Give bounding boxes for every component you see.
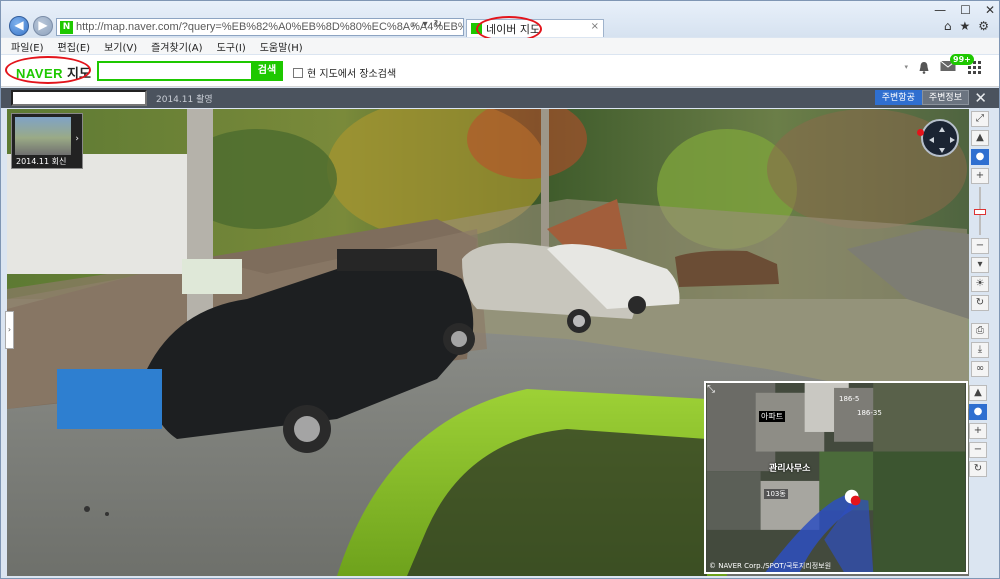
menu-view[interactable]: 보기(V) (104, 39, 137, 54)
menu-tools[interactable]: 도구(I) (217, 39, 246, 54)
map-zoom-in-button[interactable]: + (969, 423, 987, 439)
mail-count-badge: 99+ (950, 54, 974, 65)
window-controls: — ☐ ✕ (934, 1, 995, 17)
favorites-star-icon[interactable]: ★ (959, 19, 970, 33)
zoom-in-button[interactable]: + (971, 168, 989, 184)
menu-file[interactable]: 파일(E) (11, 39, 44, 54)
save-icon[interactable]: ⤓ (971, 342, 989, 358)
close-streetview-icon[interactable]: ✕ (974, 89, 987, 107)
fullscreen-icon[interactable]: ⤢ (971, 111, 989, 127)
checkbox[interactable] (293, 67, 303, 78)
map-layer-icon[interactable]: ▲ (969, 385, 987, 401)
brightness-icon[interactable]: ☀ (971, 276, 989, 292)
streetview-mode-icon[interactable]: ● (971, 149, 989, 165)
address-bar[interactable]: N http://map.naver.com/?query=%EB%82%A0%… (56, 18, 464, 36)
print-icon[interactable]: ⎙ (971, 323, 989, 339)
panorama-controls: ⤢ ▲ ● + − ▾ ☀ ↻ (971, 111, 991, 321)
forward-arrow-icon: ▶ (38, 18, 48, 32)
past-view-thumbnail[interactable]: 2014.11 회신 › (11, 113, 83, 169)
back-button[interactable]: ◀ (9, 16, 29, 36)
notification-bell-icon[interactable] (918, 61, 930, 74)
map-label-apartment: 아파트 (759, 411, 786, 422)
menu-bar: 파일(E) 편집(E) 보기(V) 즐겨찾기(A) 도구(I) 도움말(H) (1, 38, 999, 54)
in-map-search-toggle[interactable]: 현 지도에서 장소검색 (293, 65, 396, 80)
map-label-management-office: 관리사무소 (769, 464, 811, 474)
compass-control[interactable] (921, 119, 959, 157)
north-indicator-icon (917, 129, 924, 136)
map-copyright: © NAVER Corp./SPOT/국토지리정보원 (709, 562, 832, 570)
chevron-right-icon: › (7, 325, 12, 334)
menu-favorites[interactable]: 즐겨찾기(A) (151, 39, 202, 54)
in-map-search-label: 현 지도에서 장소검색 (307, 69, 397, 80)
panorama-tools: ⎙ ⤓ ∞ (971, 323, 991, 380)
naver-user-area: ▾ 99+ (904, 54, 981, 74)
maximize-button[interactable]: ☐ (960, 3, 971, 17)
rotate-icon[interactable]: ↻ (971, 295, 989, 311)
search-button[interactable]: 검색 (251, 61, 283, 81)
forward-button[interactable]: ▶ (33, 16, 53, 36)
link-icon[interactable]: ∞ (971, 361, 989, 377)
close-window-button[interactable]: ✕ (985, 3, 995, 17)
logo-service: 지도 (67, 67, 91, 82)
capture-date: 2014.11 촬영 (156, 95, 213, 105)
address-tools: ⌕ ▾ ↻ (411, 19, 442, 30)
settings-gear-icon[interactable]: ⚙ (978, 19, 989, 33)
zoom-slider[interactable] (971, 187, 989, 235)
map-zoom-out-button[interactable]: − (969, 442, 987, 458)
tab-title: 네이버 지도 (486, 22, 541, 36)
map-label-lot: 186-5 (839, 395, 860, 403)
chevron-right-icon[interactable]: › (75, 134, 79, 144)
menu-help[interactable]: 도움말(H) (260, 39, 303, 54)
caret-down-icon[interactable]: ▾ (904, 63, 908, 71)
map-label-building: 103동 (764, 489, 788, 499)
naver-map-logo[interactable]: NAVER 지도 (16, 63, 91, 82)
tab-nearby-info[interactable]: 주변정보 (921, 90, 969, 105)
url-text[interactable]: http://map.naver.com/?query=%EB%82%A0%EB… (76, 21, 463, 33)
search-input[interactable] (97, 61, 251, 81)
logo-brand: NAVER (16, 66, 64, 81)
streetview-toolbar (1, 88, 999, 108)
back-arrow-icon: ◀ (14, 18, 24, 32)
tilt-down-icon[interactable]: ▾ (971, 257, 989, 273)
home-icon[interactable]: ⌂ (944, 19, 952, 33)
minimap-controls: ▲ ● + − ↻ (969, 385, 989, 480)
expand-minimap-icon[interactable]: ⤡ (707, 384, 715, 395)
browser-toolbar-icons: ⌂ ★ ⚙ (944, 19, 989, 33)
map-refresh-icon[interactable]: ↻ (969, 461, 987, 477)
menu-edit[interactable]: 편집(E) (58, 39, 91, 54)
expand-sidebar-handle[interactable]: › (5, 311, 14, 349)
minimize-button[interactable]: — (934, 3, 946, 17)
compass-arrows-icon (929, 127, 955, 153)
mail-button[interactable]: 99+ (940, 54, 974, 74)
tab-close-icon[interactable]: × (591, 21, 599, 32)
dropdown-icon[interactable]: ▾ (423, 19, 428, 30)
nearby-tabs: 주변항공 주변정보 (874, 90, 969, 105)
tab-naver-map[interactable]: 네이버 지도 × (466, 19, 604, 37)
zoom-slider-knob[interactable] (974, 209, 986, 215)
thumbnail-image (15, 117, 71, 155)
tilt-up-icon[interactable]: ▲ (971, 130, 989, 146)
browser-window: ◀ ▶ N http://map.naver.com/?query=%EB%82… (0, 0, 1000, 579)
map-label-lot: 186-35 (857, 409, 882, 417)
search-icon[interactable]: ⌕ (411, 19, 417, 30)
tab-nearby-aerial[interactable]: 주변항공 (874, 90, 922, 105)
thumbnail-label: 2014.11 회신 (16, 157, 67, 166)
naver-favicon-icon: N (60, 20, 73, 34)
tab-favicon-icon (471, 23, 482, 34)
refresh-icon[interactable]: ↻ (434, 19, 442, 30)
mini-map[interactable] (704, 381, 968, 574)
zoom-out-button[interactable]: − (971, 238, 989, 254)
streetview-mode-icon[interactable]: ● (969, 404, 987, 420)
streetview-address-field[interactable] (11, 90, 147, 106)
